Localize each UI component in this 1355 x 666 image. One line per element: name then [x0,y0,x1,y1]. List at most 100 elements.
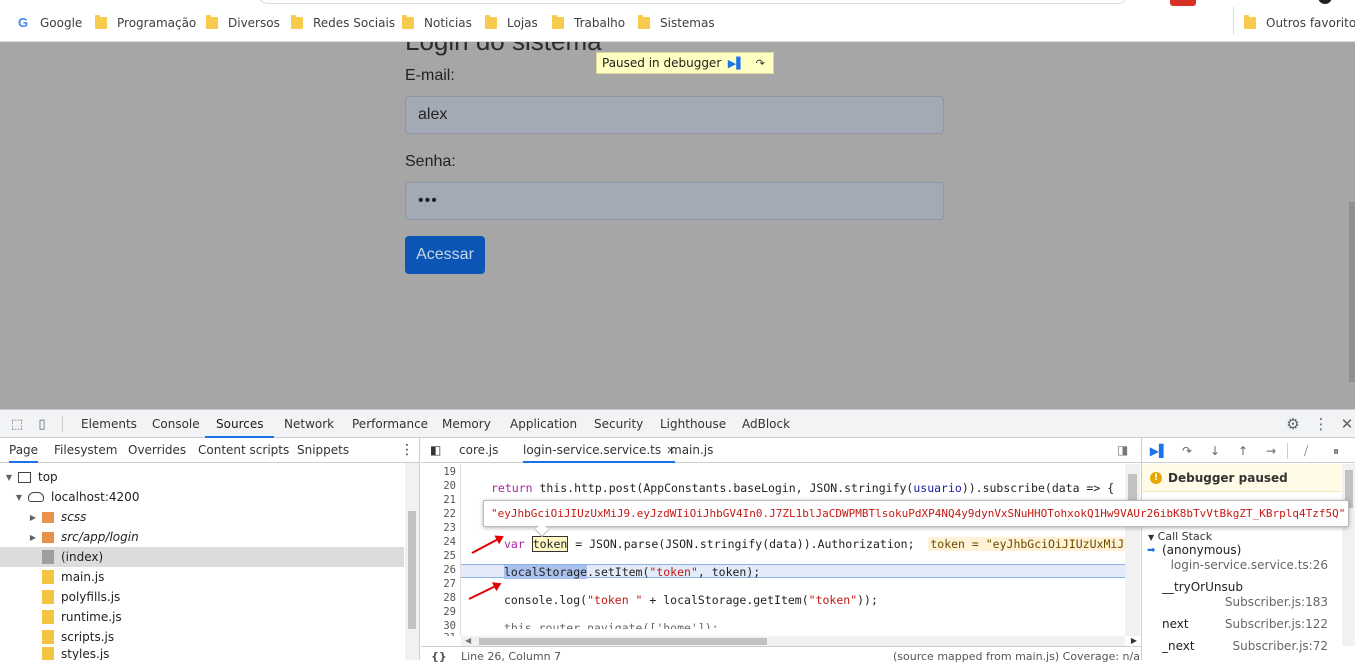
expanded-triangle-icon: ▼ [15,492,23,502]
bookmark-outros-favoritos[interactable]: Outros favoritos [1244,15,1355,31]
js-file-icon [42,630,54,644]
tree-item-scss[interactable]: ▶ scss [0,507,404,527]
nav-tab-snippets[interactable]: Snippets [297,438,349,463]
bookmark-label: Diversos [228,16,280,30]
close-devtools-icon[interactable]: ✕ [1339,415,1355,433]
navigator-more-icon[interactable]: ⋮ [400,438,414,463]
tree-item-runtime-js[interactable]: runtime.js [0,607,404,627]
line-number[interactable]: 20 [443,480,456,492]
nav-tab-overrides[interactable]: Overrides [128,438,186,463]
extension-badge[interactable] [1170,0,1196,6]
line-number[interactable]: 25 [443,550,456,562]
inspect-element-icon[interactable]: ⬚ [9,416,25,432]
bookmark-sistemas[interactable]: Sistemas [638,15,715,31]
line-number[interactable]: 21 [443,494,456,506]
tab-performance[interactable]: Performance [350,410,430,438]
nav-tab-filesystem[interactable]: Filesystem [54,438,117,463]
tree-item-scripts-js[interactable]: scripts.js [0,627,404,647]
nav-tab-page[interactable]: Page [9,438,39,463]
step-into-icon[interactable]: ↓ [1206,442,1224,460]
nav-tab-content-scripts[interactable]: Content scripts [198,438,289,463]
frame-location[interactable]: Subscriber.js:122 [1225,617,1328,631]
line-number[interactable]: 27 [443,578,456,590]
hovered-token[interactable]: token [531,536,569,552]
tree-item-localhost[interactable]: ▼ localhost:4200 [0,487,404,507]
pause-on-exceptions-icon[interactable]: ⏸ [1327,442,1345,460]
step-out-icon[interactable]: ↑ [1234,442,1252,460]
more-options-icon[interactable]: ⋮ [1313,415,1329,433]
editor-tab-core-js[interactable]: core.js [459,438,498,463]
frame-location[interactable]: login-service.service.ts:26 [1171,558,1328,572]
call-stack-header[interactable]: ▼ Call Stack [1148,530,1212,543]
deactivate-breakpoints-icon[interactable]: ⧸ [1297,442,1315,460]
line-number[interactable]: 24 [443,536,456,548]
toggle-navigator-icon[interactable]: ◧ [430,438,441,463]
line-number[interactable]: 22 [443,508,456,520]
tab-lighthouse[interactable]: Lighthouse [658,410,728,438]
scrollbar-thumb[interactable] [408,511,416,629]
device-toolbar-icon[interactable]: ▯ [34,416,50,432]
bookmark-redes-sociais[interactable]: Redes Sociais [291,15,395,31]
frame-location[interactable]: Subscriber.js:72 [1232,639,1328,653]
call-frame-anonymous[interactable]: ➡ (anonymous) login-service.service.ts:2… [1142,543,1342,573]
line-number[interactable]: 26 [443,564,456,576]
tree-item-main-js[interactable]: main.js [0,567,404,587]
call-stack-label: Call Stack [1157,530,1213,543]
password-field[interactable]: ••• [405,182,944,220]
line-number[interactable]: 29 [443,606,456,618]
value-popover[interactable]: "eyJhbGciOiJIUzUxMiJ9.eyJzdWIiOiJhbGV4In… [483,500,1349,527]
acessar-button[interactable]: Acessar [405,236,485,274]
pretty-print-icon[interactable]: {} [431,650,447,663]
code-horizontal-scrollbar[interactable]: ◀ ▶ [461,636,1137,646]
tab-network[interactable]: Network [282,410,336,438]
call-frame-_next[interactable]: _next Subscriber.js:72 [1142,639,1342,659]
resume-icon[interactable]: ▶▌ [1150,442,1168,460]
resume-icon[interactable]: ▶▌ [727,55,745,71]
editor-tab-login-service[interactable]: login-service.service.ts ✕ [523,438,676,463]
tab-security[interactable]: Security [592,410,645,438]
code-vertical-scrollbar[interactable] [1125,464,1140,636]
scrollbar-thumb[interactable] [479,638,767,645]
code-area[interactable]: 19 20 21 22 23 24 25 26 27 28 29 30 31 r… [421,464,1125,636]
scroll-left-icon[interactable]: ◀ [465,636,471,645]
page-scrollbar[interactable] [1349,202,1355,382]
tab-sources[interactable]: Sources [205,410,275,438]
step-over-icon[interactable]: ↷ [751,55,769,71]
bookmark-google[interactable]: G Google [16,15,82,31]
call-frame-next[interactable]: next Subscriber.js:122 [1142,617,1342,637]
navigator-scrollbar[interactable] [405,463,419,660]
tab-memory[interactable]: Memory [440,410,493,438]
line-number[interactable]: 31 [443,632,456,636]
navigator-tabs: Page Filesystem Overrides Content script… [0,438,419,463]
tab-console[interactable]: Console [150,410,202,438]
tree-item-top[interactable]: ▼ top [0,467,404,487]
bookmark-noticias[interactable]: Noticias [402,15,472,31]
bookmark-trabalho[interactable]: Trabalho [552,15,625,31]
line-number[interactable]: 23 [443,522,456,534]
frame-location[interactable]: Subscriber.js:183 [1225,595,1328,609]
email-field[interactable]: alex [405,96,944,134]
tree-item-index[interactable]: (index) [0,547,404,567]
settings-gear-icon[interactable]: ⚙ [1285,415,1301,433]
tab-application[interactable]: Application [508,410,579,438]
scroll-right-icon[interactable]: ▶ [1131,636,1137,645]
source-map-info[interactable]: (source mapped from main.js) Coverage: n… [893,650,1140,663]
profile-avatar[interactable] [1318,0,1332,4]
bookmark-programacao[interactable]: Programação [95,15,196,31]
tree-item-styles-js[interactable]: styles.js [0,647,404,660]
editor-tab-main-js[interactable]: main.js [670,438,713,463]
tab-adblock[interactable]: AdBlock [740,410,792,438]
tree-item-polyfills-js[interactable]: polyfills.js [0,587,404,607]
call-frame-tryorunsub[interactable]: __tryOrUnsub Subscriber.js:183 [1142,580,1342,610]
step-icon[interactable]: → [1262,442,1280,460]
line-number[interactable]: 30 [443,620,456,632]
line-number[interactable]: 28 [443,592,456,604]
tab-elements[interactable]: Elements [79,410,139,438]
bookmark-diversos[interactable]: Diversos [206,15,280,31]
toggle-debugger-icon[interactable]: ◨ [1117,438,1128,463]
line-number[interactable]: 19 [443,466,456,478]
step-over-icon[interactable]: ↷ [1178,442,1196,460]
bookmark-lojas[interactable]: Lojas [485,15,538,31]
debugger-scrollbar[interactable] [1342,464,1355,646]
tree-item-src-app-login[interactable]: ▶ src/app/login [0,527,404,547]
